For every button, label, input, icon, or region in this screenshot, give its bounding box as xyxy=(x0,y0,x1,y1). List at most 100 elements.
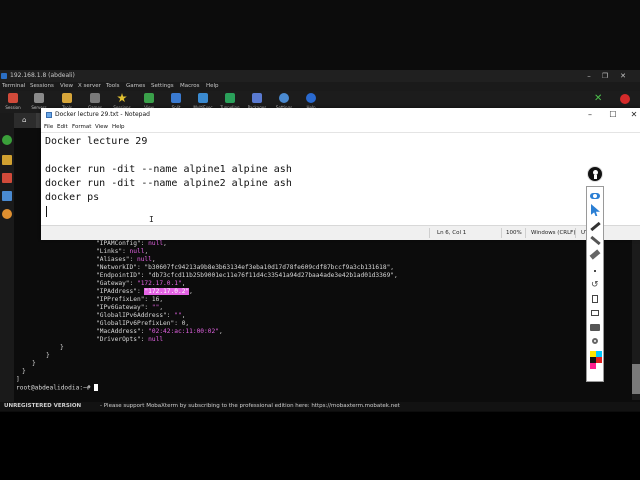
notepad-menu-help[interactable]: Help xyxy=(112,122,125,132)
favorites-star-icon[interactable] xyxy=(2,155,12,165)
terminal-text: ] xyxy=(16,376,20,383)
packages-icon xyxy=(252,93,262,103)
terminal-text: , xyxy=(185,320,190,327)
dot-icon[interactable] xyxy=(589,265,601,277)
notepad-maximize-icon[interactable]: ☐ xyxy=(606,108,620,122)
toolbox-handle[interactable] xyxy=(587,166,603,182)
color-swatch-white[interactable] xyxy=(596,363,602,369)
line-ending: Windows (CRLF) xyxy=(531,230,576,236)
terminal-line: } xyxy=(32,360,36,368)
notepad-menu-file[interactable]: File xyxy=(44,122,53,132)
mobaxterm-link[interactable]: https://mobaxterm.mobatek.net xyxy=(311,403,399,409)
terminal-line: "Links": null, xyxy=(96,248,148,256)
notepad-title-bar[interactable]: Docker lecture 29.txt - Notepad – ☐ ✕ xyxy=(41,108,640,122)
eye-icon[interactable] xyxy=(589,190,601,202)
terminal-line: "GlobalIPv6PrefixLen": 0, xyxy=(96,320,189,328)
notepad-menu-view[interactable]: View xyxy=(95,122,108,132)
servers-icon xyxy=(34,93,44,103)
terminal-text: , xyxy=(181,312,186,319)
terminal-line: ] xyxy=(16,376,20,384)
terminal-line: } xyxy=(46,352,50,360)
terminal-text: "IPAddress": xyxy=(96,288,145,295)
terminal-text: "GlobalIPv6Address": xyxy=(96,312,175,319)
terminal-text: null xyxy=(129,248,145,255)
terminal-line: } xyxy=(22,368,26,376)
terminal-prompt-line[interactable]: root@abdealidodia:~# xyxy=(16,384,99,392)
tools-side-icon[interactable] xyxy=(2,173,12,183)
notepad-close-icon[interactable]: ✕ xyxy=(627,108,640,122)
annotation-tool-panel: ↺ xyxy=(586,186,604,382)
terminal-text: , xyxy=(159,304,164,311)
status-separator xyxy=(429,228,430,238)
exit-icon[interactable] xyxy=(620,94,630,104)
toolbar-session-button[interactable]: Session xyxy=(4,93,22,113)
terminal-text: , xyxy=(163,240,167,247)
split-icon xyxy=(171,93,181,103)
highlighter-icon[interactable] xyxy=(589,234,601,246)
minimize-icon[interactable]: – xyxy=(582,70,596,82)
status-separator xyxy=(575,228,576,238)
sftp-side-icon[interactable] xyxy=(2,209,12,219)
whiteboard-icon[interactable] xyxy=(589,307,601,319)
notepad-status-bar: Ln 6, Col 1 100% Windows (CRLF) UTF-8 xyxy=(41,225,640,240)
menu-settings[interactable]: Settings xyxy=(151,82,174,91)
tunneling-icon xyxy=(225,93,235,103)
terminal-line: "DriverOpts": null xyxy=(96,336,163,344)
terminal-line: "IPAddress": "172.17.0.2", xyxy=(96,288,193,296)
mobaxterm-app-icon xyxy=(1,73,7,79)
terminal-text: "IPPrefixLen": xyxy=(96,296,152,303)
menu-terminal[interactable]: Terminal xyxy=(2,82,25,91)
notepad-menu-format[interactable]: Format xyxy=(72,122,91,132)
eraser-icon[interactable] xyxy=(589,248,601,260)
trash-icon[interactable] xyxy=(589,293,601,305)
terminal-text: , xyxy=(159,296,164,303)
undo-icon[interactable]: ↺ xyxy=(589,279,601,291)
settings-icon xyxy=(279,93,289,103)
terminal-scrollbar-thumb[interactable] xyxy=(632,364,640,394)
x-server-icon[interactable]: ✕ xyxy=(594,94,604,104)
terminal-text: "NetworkID": "b30607fc94213a9b8e3b63134e… xyxy=(96,264,395,271)
mobaxterm-title-bar[interactable]: 192.168.1.8 (abdeali) – ❐ ✕ xyxy=(0,70,640,82)
help-icon xyxy=(306,93,316,103)
terminal-line: "IPAMConfig": null, xyxy=(96,240,167,248)
menu-games[interactable]: Games xyxy=(126,82,145,91)
menu-x-server[interactable]: X server xyxy=(78,82,101,91)
terminal-text: , xyxy=(144,248,149,255)
terminal-text: "Aliases": xyxy=(96,256,137,263)
terminal-text: , xyxy=(151,256,156,263)
tab-home[interactable]: ⌂ xyxy=(14,113,36,128)
terminal-line: "Gateway": "172.17.0.1", xyxy=(96,280,185,288)
notepad-menu-bar: File Edit Format View Help xyxy=(41,122,640,132)
close-icon[interactable]: ✕ xyxy=(616,70,630,82)
pointer-icon[interactable] xyxy=(589,204,601,216)
mobaxterm-side-bar xyxy=(0,113,14,403)
terminal-text: null xyxy=(148,240,164,247)
terminal-text: "IPAMConfig": xyxy=(96,240,149,247)
text-cursor-icon: I xyxy=(149,215,154,224)
mobaxterm-title: 192.168.1.8 (abdeali) xyxy=(10,72,75,79)
notepad-menu-edit[interactable]: Edit xyxy=(57,122,68,132)
menu-help[interactable]: Help xyxy=(206,82,219,91)
text-caret xyxy=(46,206,47,217)
terminal-text: } xyxy=(46,352,50,359)
pen-icon[interactable] xyxy=(589,220,601,232)
notepad-window[interactable]: Docker lecture 29.txt - Notepad – ☐ ✕ Fi… xyxy=(41,108,640,240)
macros-side-icon[interactable] xyxy=(2,191,12,201)
settings-gear-icon[interactable] xyxy=(589,335,601,347)
notepad-title: Docker lecture 29.txt - Notepad xyxy=(55,111,150,118)
terminal-line: } xyxy=(60,344,64,352)
menu-view[interactable]: View xyxy=(60,82,73,91)
status-separator xyxy=(525,228,526,238)
notepad-line-4: docker run -dit --name alpine2 alpine as… xyxy=(45,178,292,189)
menu-tools[interactable]: Tools xyxy=(106,82,120,91)
terminal-line: "IPv6Gateway": "", xyxy=(96,304,163,312)
sessions-side-icon[interactable] xyxy=(2,135,12,145)
home-icon: ⌂ xyxy=(22,116,27,124)
restore-icon[interactable]: ❐ xyxy=(598,70,612,82)
terminal-text: "IPv6Gateway": xyxy=(96,304,152,311)
menu-macros[interactable]: Macros xyxy=(180,82,200,91)
notepad-minimize-icon[interactable]: – xyxy=(583,108,597,122)
camera-icon[interactable] xyxy=(589,321,601,333)
menu-sessions[interactable]: Sessions xyxy=(30,82,54,91)
notepad-text-area[interactable]: Docker lecture 29 docker run -dit --name… xyxy=(41,132,640,226)
